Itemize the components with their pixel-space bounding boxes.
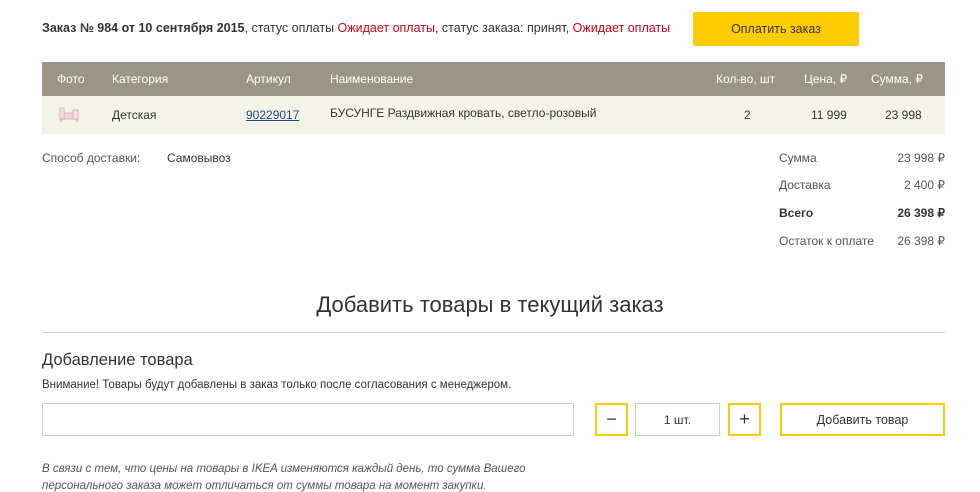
row-price: 11 999 [811, 108, 847, 122]
add-product-subtitle: Добавление товара [42, 351, 193, 369]
manager-approval-note: Внимание! Товары будут добавлены в заказ… [42, 379, 512, 391]
total-label: Всего [779, 206, 814, 220]
delivery-cost-value: 2 400 ₽ [904, 178, 945, 192]
section-divider [42, 332, 945, 333]
quantity-field[interactable]: 1 шт. [635, 403, 720, 436]
table-header: Фото Категория Артикул Наименование Кол-… [42, 62, 945, 96]
col-qty: Кол-во, шт [716, 72, 776, 86]
order-title: Заказ № 984 от 10 сентября 2015 [42, 21, 245, 35]
total-value: 26 398 ₽ [897, 206, 945, 220]
row-name: БУСУНГЕ Раздвижная кровать, светло-розов… [330, 106, 597, 120]
price-disclaimer-line2: персонального заказа может отличаться от… [42, 480, 487, 492]
col-total: Сумма, ₽ [871, 72, 924, 86]
delivery-label: Способ доставки: [42, 151, 141, 165]
quantity-increase-button[interactable]: + [728, 403, 761, 436]
payment-status: Ожидает оплаты [337, 21, 435, 35]
remaining-value: 26 398 ₽ [897, 234, 945, 248]
add-products-title: Добавить товары в текущий заказ [316, 292, 664, 317]
payment-status-label: , статус оплаты [244, 21, 338, 35]
remaining-label: Остаток к оплате [779, 234, 874, 248]
col-category: Категория [112, 72, 169, 86]
order-status-label: , статус заказа: принят, [434, 21, 573, 35]
order-header: Заказ № 984 от 10 сентября 2015, статус … [42, 20, 670, 36]
row-qty: 2 [744, 108, 751, 122]
row-total: 23 998 [885, 108, 922, 122]
sum-value: 23 998 ₽ [897, 151, 945, 165]
col-photo: Фото [57, 72, 85, 86]
order-status: Ожидает оплаты [572, 21, 671, 35]
row-sku-link[interactable]: 90229017 [246, 96, 299, 134]
pay-order-button[interactable]: Оплатить заказ [693, 12, 859, 46]
quantity-decrease-button[interactable]: − [595, 403, 628, 436]
price-disclaimer-line1: В связи с тем, что цены на товары в IKEA… [42, 463, 526, 475]
delivery-value: Самовывоз [167, 151, 231, 165]
sum-label: Сумма [779, 151, 817, 165]
bed-thumbnail-icon [59, 107, 79, 122]
product-input[interactable] [42, 403, 574, 436]
add-product-button[interactable]: Добавить товар [780, 403, 945, 436]
col-price: Цена, ₽ [804, 72, 848, 86]
col-sku: Артикул [246, 72, 291, 86]
row-category: Детская [112, 108, 157, 122]
col-name: Наименование [330, 72, 414, 86]
delivery-cost-label: Доставка [779, 178, 831, 192]
table-row: Детская 90229017 БУСУНГЕ Раздвижная кров… [42, 96, 945, 134]
